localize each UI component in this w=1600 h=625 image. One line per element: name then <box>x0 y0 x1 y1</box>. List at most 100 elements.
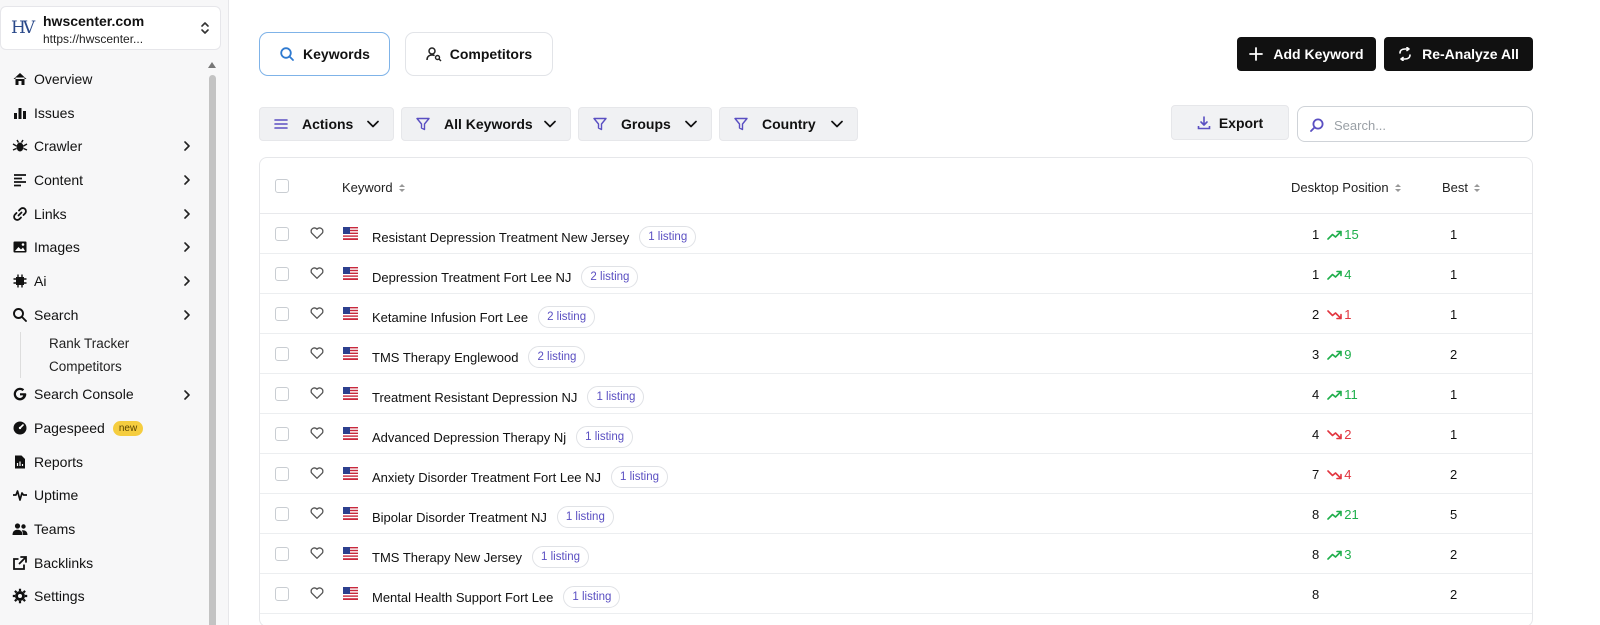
position-value: 8 <box>1312 587 1320 602</box>
sidebar-item-crawler[interactable]: Crawler <box>0 129 205 163</box>
sidebar-item-settings[interactable]: Settings <box>0 580 205 614</box>
all-keywords-label: All Keywords <box>444 116 533 132</box>
row-checkbox[interactable] <box>275 347 289 361</box>
sidebar-item-uptime[interactable]: Uptime <box>0 479 205 513</box>
table-row[interactable]: Bipolar Disorder Treatment NJ 1 listing … <box>260 494 1532 534</box>
row-checkbox[interactable] <box>275 547 289 561</box>
table-row[interactable]: TMS Therapy Englewood 2 listing 3 9 2 <box>260 334 1532 374</box>
table-row[interactable]: Anxiety Disorder Treatment Fort Lee NJ 1… <box>260 454 1532 494</box>
sidebar-item-ai[interactable]: Ai <box>0 264 205 298</box>
scrollbar-thumb[interactable] <box>209 75 216 625</box>
listing-badge[interactable]: 1 listing <box>563 586 621 608</box>
favorite-heart-icon[interactable] <box>310 226 324 240</box>
filter-icon <box>593 117 607 131</box>
keyword-cell[interactable]: Depression Treatment Fort Lee NJ 2 listi… <box>372 266 639 288</box>
favorite-heart-icon[interactable] <box>310 306 324 320</box>
sidebar-item-content[interactable]: Content <box>0 163 205 197</box>
sidebar-item-teams[interactable]: Teams <box>0 512 205 546</box>
table-row[interactable]: Depression Treatment Fort Lee NJ 2 listi… <box>260 254 1532 294</box>
actions-dropdown[interactable]: Actions <box>259 107 394 141</box>
keyword-cell[interactable]: Treatment Resistant Depression NJ 1 list… <box>372 386 645 408</box>
sidebar-item-search[interactable]: Search <box>0 298 205 332</box>
keyword-column-header[interactable]: Keyword <box>342 180 406 195</box>
listing-badge[interactable]: 1 listing <box>611 466 669 488</box>
listing-badge[interactable]: 1 listing <box>532 546 590 568</box>
select-all-checkbox[interactable] <box>275 179 289 193</box>
best-column-header[interactable]: Best <box>1442 180 1481 195</box>
all-keywords-filter[interactable]: All Keywords <box>401 107 571 141</box>
table-row[interactable]: Treatment Resistant Depression NJ 1 list… <box>260 374 1532 414</box>
keyword-text: Bipolar Disorder Treatment NJ <box>372 509 547 525</box>
trend-down-icon <box>1327 429 1343 439</box>
sidebar-subitem-rank-tracker[interactable]: Rank Tracker <box>35 332 205 355</box>
favorite-heart-icon[interactable] <box>310 426 324 440</box>
add-keyword-button[interactable]: Add Keyword <box>1237 37 1376 71</box>
keyword-cell[interactable]: Bipolar Disorder Treatment NJ 1 listing <box>372 506 614 528</box>
sidebar-item-pagespeed[interactable]: Pagespeed new <box>0 411 205 445</box>
reanalyze-all-button[interactable]: Re-Analyze All <box>1384 37 1533 71</box>
table-row[interactable]: Advanced Depression Therapy Nj 1 listing… <box>260 414 1532 454</box>
keyword-cell[interactable]: TMS Therapy Englewood 2 listing <box>372 346 586 368</box>
desktop-position-cell: 8 3 <box>1312 547 1351 562</box>
row-checkbox[interactable] <box>275 387 289 401</box>
listing-badge[interactable]: 1 listing <box>587 386 645 408</box>
table-row[interactable]: Ketamine Infusion Fort Lee 2 listing 2 1… <box>260 294 1532 334</box>
desktop-position-cell: 1 15 <box>1312 227 1359 242</box>
row-checkbox[interactable] <box>275 267 289 281</box>
listing-badge[interactable]: 1 listing <box>556 506 614 528</box>
desktop-position-column-header[interactable]: Desktop Position <box>1291 180 1402 195</box>
sidebar-item-reports[interactable]: Reports <box>0 445 205 479</box>
row-checkbox[interactable] <box>275 587 289 601</box>
sidebar-scrollbar[interactable] <box>208 60 217 625</box>
table-row[interactable]: TMS Therapy New Jersey 1 listing 8 3 2 <box>260 534 1532 574</box>
keyword-cell[interactable]: Mental Health Support Fort Lee 1 listing <box>372 586 621 608</box>
sidebar-item-backlinks[interactable]: Backlinks <box>0 546 205 580</box>
table-row[interactable]: Resistant Depression Treatment New Jerse… <box>260 214 1532 254</box>
keyword-cell[interactable]: TMS Therapy New Jersey 1 listing <box>372 546 590 568</box>
trend-up-icon <box>1327 230 1343 240</box>
sidebar-item-links[interactable]: Links <box>0 197 205 231</box>
scroll-up-arrow[interactable] <box>208 62 216 68</box>
export-button[interactable]: Export <box>1171 105 1289 140</box>
country-filter[interactable]: Country <box>719 107 858 141</box>
position-change-up: 9 <box>1327 347 1351 362</box>
groups-filter[interactable]: Groups <box>578 107 712 141</box>
row-checkbox[interactable] <box>275 307 289 321</box>
us-flag-icon <box>343 267 358 280</box>
row-checkbox[interactable] <box>275 467 289 481</box>
favorite-heart-icon[interactable] <box>310 266 324 280</box>
chevron-down-icon <box>544 120 556 128</box>
site-switcher[interactable]: HV hwscenter.com https://hwscenter... <box>0 6 221 50</box>
favorite-heart-icon[interactable] <box>310 546 324 560</box>
table-row[interactable]: Mental Health Support Fort Lee 1 listing… <box>260 574 1532 614</box>
row-checkbox[interactable] <box>275 507 289 521</box>
sidebar-item-images[interactable]: Images <box>0 230 205 264</box>
listing-badge[interactable]: 1 listing <box>576 426 634 448</box>
keyword-cell[interactable]: Anxiety Disorder Treatment Fort Lee NJ 1… <box>372 466 669 488</box>
sidebar-item-overview[interactable]: Overview <box>0 62 205 96</box>
tab-competitors[interactable]: Competitors <box>405 32 553 76</box>
listing-badge[interactable]: 2 listing <box>581 266 639 288</box>
keyword-cell[interactable]: Ketamine Infusion Fort Lee 2 listing <box>372 306 596 328</box>
favorite-heart-icon[interactable] <box>310 466 324 480</box>
search-input[interactable] <box>1334 115 1524 135</box>
favorite-heart-icon[interactable] <box>310 386 324 400</box>
listing-badge[interactable]: 1 listing <box>639 226 697 248</box>
listing-badge[interactable]: 2 listing <box>528 346 586 368</box>
favorite-heart-icon[interactable] <box>310 346 324 360</box>
country-label: Country <box>762 116 816 132</box>
position-change-value: 2 <box>1344 427 1352 442</box>
sidebar-subitem-competitors[interactable]: Competitors <box>35 355 205 378</box>
sidebar-item-search-console[interactable]: Search Console <box>0 378 205 412</box>
tab-keywords[interactable]: Keywords <box>259 32 390 76</box>
listing-badge[interactable]: 2 listing <box>538 306 596 328</box>
favorite-heart-icon[interactable] <box>310 586 324 600</box>
keyword-cell[interactable]: Resistant Depression Treatment New Jerse… <box>372 226 697 248</box>
row-checkbox[interactable] <box>275 427 289 441</box>
favorite-heart-icon[interactable] <box>310 506 324 520</box>
chevron-up-down-icon <box>201 22 209 34</box>
sidebar-item-issues[interactable]: Issues <box>0 96 205 130</box>
bar-chart-icon <box>12 105 28 121</box>
row-checkbox[interactable] <box>275 227 289 241</box>
keyword-cell[interactable]: Advanced Depression Therapy Nj 1 listing <box>372 426 634 448</box>
